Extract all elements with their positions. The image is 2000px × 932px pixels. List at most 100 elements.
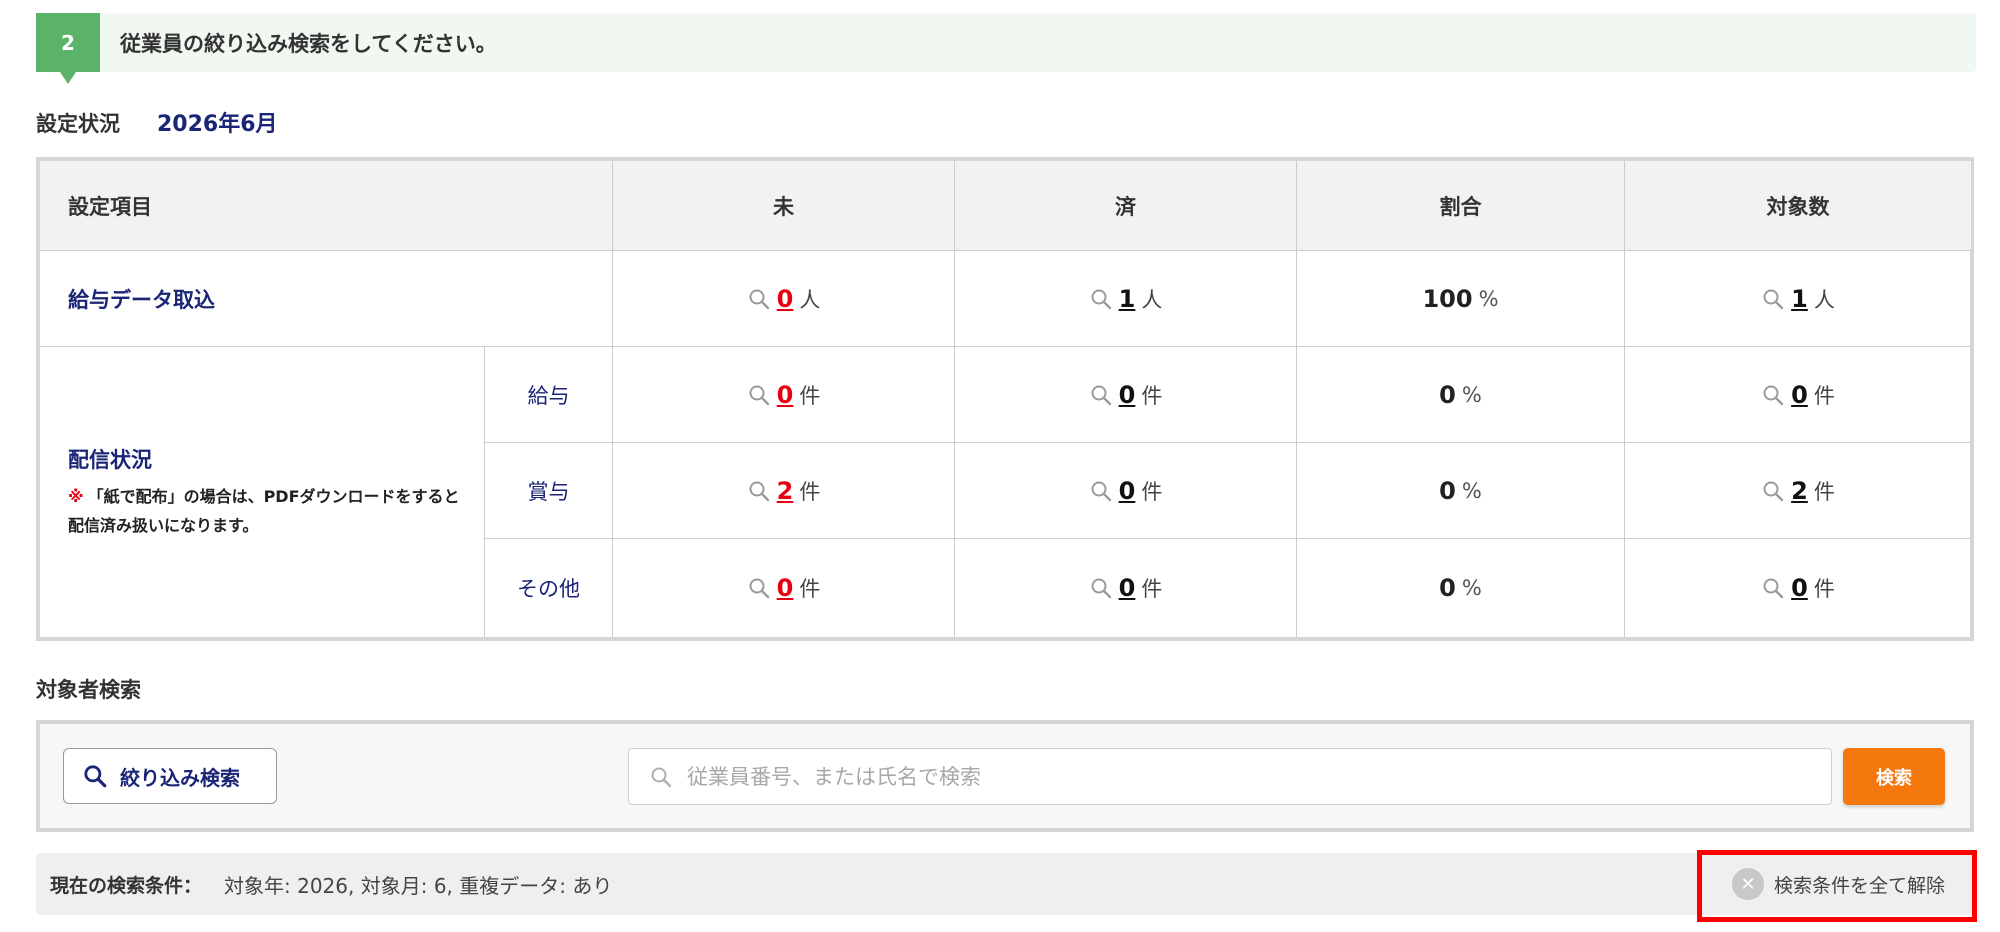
header-ratio: 割合 [1297, 161, 1625, 251]
search-icon [1763, 289, 1784, 309]
delivery-title: 配信状況 [68, 448, 152, 472]
other-pending-link[interactable]: 0 件 [747, 573, 821, 603]
status-label: 設定状況 [36, 112, 120, 136]
ratio-value: 0 [1439, 476, 1456, 505]
search-icon [749, 385, 769, 405]
count-value: 0 [1118, 574, 1136, 602]
count-value: 1 [1791, 284, 1808, 313]
conditions-value: 対象年: 2026, 対象月: 6, 重複データ: あり [224, 873, 613, 898]
delivery-note: ※ 「紙で配布」の場合は、PDFダウンロードをすると配信済み扱いになります。 [68, 482, 464, 540]
unit-label: 件 [1141, 577, 1163, 601]
header-done: 済 [955, 161, 1297, 251]
search-icon [749, 289, 769, 309]
search-icon [1763, 481, 1784, 501]
unit-label: 人 [799, 287, 821, 312]
sub-label-salary: 給与 [485, 347, 613, 443]
percent-unit: % [1461, 382, 1482, 407]
percent-unit: % [1461, 478, 1482, 503]
salary-count-link[interactable]: 0 件 [1761, 380, 1835, 410]
cell-bonus-ratio: 0 % [1297, 443, 1625, 539]
count-value: 0 [776, 284, 794, 313]
percent-unit: % [1461, 576, 1482, 600]
cell-bonus-pending: 2 件 [613, 443, 955, 539]
cell-salary-count: 0 件 [1625, 347, 1971, 443]
search-submit-button[interactable]: 検索 [1843, 748, 1945, 805]
step-title: 従業員の絞り込み検索をしてください。 [120, 31, 497, 56]
unit-label: 件 [799, 383, 821, 408]
search-icon [1763, 385, 1784, 405]
unit-label: 人 [1141, 287, 1163, 312]
bonus-count-link[interactable]: 2 件 [1761, 476, 1835, 506]
header-pending: 未 [613, 161, 955, 251]
search-icon [1091, 289, 1111, 309]
unit-label: 件 [1141, 479, 1163, 504]
search-icon [84, 765, 107, 788]
note-mark: ※ [68, 487, 84, 506]
search-icon [651, 767, 672, 787]
cell-salary-pending: 0 件 [613, 347, 955, 443]
other-count-link[interactable]: 0 件 [1761, 573, 1835, 603]
status-date: 2026年6月 [157, 112, 278, 137]
count-value: 2 [776, 476, 794, 505]
import-done-link[interactable]: 1 人 [1089, 284, 1163, 314]
unit-label: 件 [1141, 383, 1163, 408]
search-heading: 対象者検索 [36, 678, 141, 702]
header-count: 対象数 [1625, 161, 1971, 251]
header-item: 設定項目 [40, 161, 613, 251]
unit-label: 件 [1813, 479, 1835, 504]
search-icon [1091, 578, 1111, 599]
count-value: 0 [776, 380, 794, 409]
unit-label: 件 [799, 577, 821, 601]
cell-import-ratio: 100 % [1297, 251, 1625, 347]
count-value: 0 [1791, 380, 1808, 409]
search-icon [1763, 578, 1784, 599]
search-input[interactable] [685, 763, 1805, 790]
delivery-status-label: 配信状況 ※ 「紙で配布」の場合は、PDFダウンロードをすると配信済み扱いになりま… [40, 347, 485, 637]
cell-other-pending: 0 件 [613, 539, 955, 637]
count-value: 0 [1791, 574, 1808, 602]
bonus-done-link[interactable]: 0 件 [1089, 476, 1163, 506]
row-label-salary-import: 給与データ取込 [40, 251, 613, 347]
cell-salary-ratio: 0 % [1297, 347, 1625, 443]
status-table: 設定項目 未 済 割合 対象数 給与データ取込 0 人 1 人 100 % 1 … [36, 157, 1974, 641]
filter-search-button[interactable]: 絞り込み検索 [63, 748, 277, 804]
percent-unit: % [1478, 286, 1499, 311]
cell-salary-done: 0 件 [955, 347, 1297, 443]
ratio-value: 0 [1439, 380, 1456, 409]
search-icon [749, 578, 769, 599]
filter-search-label: 絞り込み検索 [120, 765, 240, 790]
cell-other-done: 0 件 [955, 539, 1297, 637]
note-text: 「紙で配布」の場合は、PDFダウンロードをすると配信済み扱いになります。 [68, 487, 460, 535]
unit-label: 件 [799, 479, 821, 504]
ratio-value: 0 [1439, 574, 1456, 602]
cell-bonus-done: 0 件 [955, 443, 1297, 539]
count-value: 1 [1118, 284, 1136, 313]
cell-other-count: 0 件 [1625, 539, 1971, 637]
ratio-value: 100 [1422, 284, 1473, 313]
bonus-pending-link[interactable]: 2 件 [747, 476, 821, 506]
sub-label-bonus: 賞与 [485, 443, 613, 539]
count-value: 0 [776, 574, 794, 602]
current-conditions-bar: 現在の検索条件： 対象年: 2026, 対象月: 6, 重複データ: あり [36, 853, 1974, 915]
count-value: 0 [1118, 380, 1136, 409]
cell-import-count: 1 人 [1625, 251, 1971, 347]
cell-other-ratio: 0 % [1297, 539, 1625, 637]
unit-label: 人 [1813, 287, 1835, 312]
salary-pending-link[interactable]: 0 件 [747, 380, 821, 410]
count-value: 0 [1118, 476, 1136, 505]
unit-label: 件 [1813, 577, 1835, 601]
page: 2 従業員の絞り込み検索をしてください。 設定状況 2026年6月 設定項目 未… [0, 0, 2000, 932]
import-count-link[interactable]: 1 人 [1761, 284, 1835, 314]
other-done-link[interactable]: 0 件 [1089, 573, 1163, 603]
import-pending-link[interactable]: 0 人 [747, 284, 821, 314]
search-field[interactable] [628, 748, 1832, 805]
count-value: 2 [1791, 476, 1808, 505]
sub-label-other: その他 [485, 539, 613, 637]
cell-import-pending: 0 人 [613, 251, 955, 347]
cell-import-done: 1 人 [955, 251, 1297, 347]
unit-label: 件 [1813, 383, 1835, 408]
salary-done-link[interactable]: 0 件 [1089, 380, 1163, 410]
cell-bonus-count: 2 件 [1625, 443, 1971, 539]
conditions-label: 現在の検索条件： [50, 874, 203, 897]
highlight-box [1697, 850, 1977, 922]
